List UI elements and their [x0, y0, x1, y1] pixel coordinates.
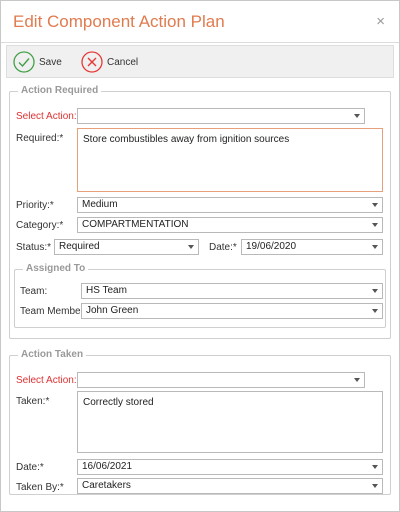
x-circle-icon [81, 51, 103, 73]
dialog-title: Edit Component Action Plan [13, 12, 225, 31]
assigned-to-legend: Assigned To [23, 263, 89, 274]
category-dropdown[interactable]: COMPARTMENTATION [77, 217, 383, 233]
category-value: COMPARTMENTATION [82, 219, 189, 230]
chevron-down-icon [354, 114, 360, 118]
cancel-label: Cancel [107, 56, 139, 68]
team-member-dropdown[interactable]: John Green [81, 303, 383, 319]
cancel-button[interactable]: Cancel [81, 50, 138, 74]
select-action-label: Select Action: [16, 111, 77, 122]
taken-select-action-label: Select Action: [16, 375, 77, 386]
chevron-down-icon [372, 245, 378, 249]
select-action-dropdown[interactable] [77, 108, 365, 124]
save-label: Save [39, 56, 62, 68]
action-required-section: Action Required Select Action: Required:… [9, 85, 391, 339]
date-dropdown[interactable]: 19/06/2020 [241, 239, 383, 255]
priority-dropdown[interactable]: Medium [77, 197, 383, 213]
required-textarea[interactable]: Store combustibles away from ignition so… [77, 128, 383, 192]
taken-textarea[interactable]: Correctly stored [77, 391, 383, 453]
taken-by-dropdown[interactable]: Caretakers [77, 478, 383, 494]
toolbar: Save Cancel [6, 45, 394, 78]
action-required-legend: Action Required [18, 85, 102, 96]
chevron-down-icon [354, 378, 360, 382]
status-dropdown[interactable]: Required [54, 239, 199, 255]
required-label: Required:* [16, 133, 64, 144]
priority-value: Medium [82, 199, 118, 210]
taken-date-value: 16/06/2021 [82, 461, 133, 472]
taken-date-label: Date:* [16, 462, 44, 473]
priority-label: Priority:* [16, 200, 54, 211]
chevron-down-icon [372, 289, 378, 293]
taken-by-value: Caretakers [82, 480, 131, 491]
status-label: Status:* [16, 242, 52, 253]
dialog-titlebar: Edit Component Action Plan × [1, 1, 399, 43]
taken-select-action-dropdown[interactable] [77, 372, 365, 388]
chevron-down-icon [188, 245, 194, 249]
team-member-label: Team Member: [20, 306, 87, 317]
date-label: Date:* [209, 242, 237, 253]
date-value: 19/06/2020 [246, 241, 297, 252]
taken-label: Taken:* [16, 396, 50, 407]
save-button[interactable]: Save [13, 50, 62, 74]
chevron-down-icon [372, 223, 378, 227]
action-taken-section: Action Taken Select Action: Taken:* Corr… [9, 349, 391, 495]
taken-by-label: Taken By:* [16, 482, 64, 493]
chevron-down-icon [372, 465, 378, 469]
action-taken-legend: Action Taken [18, 349, 87, 360]
team-label: Team: [20, 286, 48, 297]
status-value: Required [59, 241, 100, 252]
chevron-down-icon [372, 309, 378, 313]
edit-action-plan-dialog: Edit Component Action Plan × Save Cancel… [0, 0, 400, 512]
category-label: Category:* [16, 220, 64, 231]
chevron-down-icon [372, 484, 378, 488]
taken-date-dropdown[interactable]: 16/06/2021 [77, 459, 383, 475]
team-dropdown[interactable]: HS Team [81, 283, 383, 299]
chevron-down-icon [372, 203, 378, 207]
team-value: HS Team [86, 285, 127, 296]
assigned-to-section: Assigned To Team: HS Team Team Member: J… [14, 263, 386, 328]
team-member-value: John Green [86, 305, 139, 316]
close-icon[interactable]: × [376, 13, 385, 30]
check-circle-icon [13, 51, 35, 73]
